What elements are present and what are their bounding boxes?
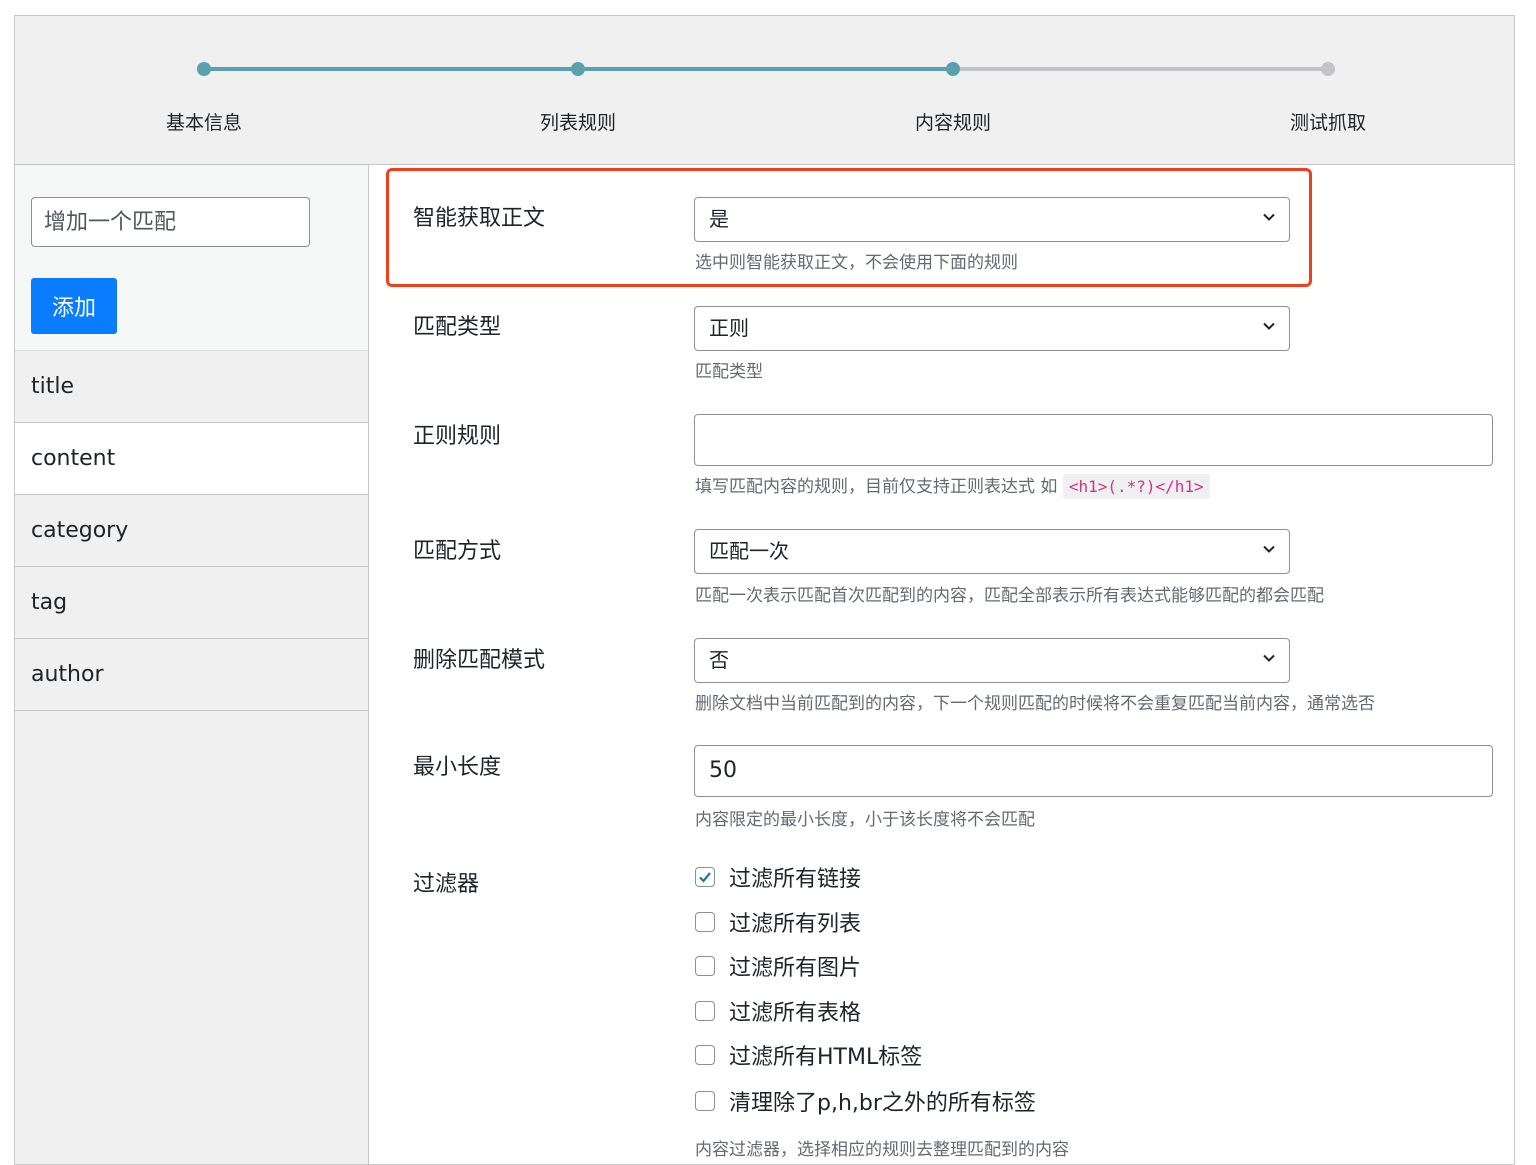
filter-option-clean-tags[interactable]: 清理除了p,h,br之外的所有标签 (695, 1086, 1036, 1116)
match-mode-value: 匹配一次 (709, 539, 789, 563)
smart-extract-value: 是 (709, 207, 729, 231)
filter-option-label: 清理除了p,h,br之外的所有标签 (729, 1091, 1036, 1116)
regex-rule-desc-text: 填写匹配内容的规则，目前仅支持正则表达式 如 (695, 477, 1058, 497)
filters-label: 过滤器 (413, 872, 480, 897)
match-sidebar: 添加 title content category tag author (15, 165, 369, 1164)
filter-option-html-tags[interactable]: 过滤所有HTML标签 (695, 1040, 922, 1070)
chevron-down-icon (1263, 322, 1275, 330)
smart-extract-select[interactable]: 是 (694, 197, 1290, 242)
filter-option-lists[interactable]: 过滤所有列表 (695, 907, 861, 937)
regex-rule-input[interactable] (694, 414, 1493, 466)
filter-option-images[interactable]: 过滤所有图片 (695, 951, 861, 981)
match-item-title[interactable]: title (15, 350, 368, 423)
step-label-content-rules[interactable]: 内容规则 (873, 108, 1033, 135)
match-type-select[interactable]: 正则 (694, 306, 1290, 351)
filter-option-label: 过滤所有列表 (729, 912, 862, 937)
match-item-author[interactable]: author (15, 639, 368, 711)
checkbox[interactable] (695, 956, 715, 976)
delete-match-value: 否 (709, 648, 729, 672)
match-type-label: 匹配类型 (413, 315, 502, 340)
stepper-track-3 (955, 67, 1329, 71)
match-mode-desc: 匹配一次表示匹配首次匹配到的内容，匹配全部表示所有表达式能够匹配的都会匹配 (695, 586, 1324, 606)
min-length-label: 最小长度 (413, 755, 502, 780)
filter-option-links[interactable]: 过滤所有链接 (695, 862, 861, 892)
match-item-category[interactable]: category (15, 495, 368, 567)
step-label-basic-info[interactable]: 基本信息 (124, 108, 284, 135)
match-mode-select[interactable]: 匹配一次 (694, 529, 1290, 574)
filters-desc: 内容过滤器，选择相应的规则去整理匹配到的内容 (695, 1140, 1069, 1160)
min-length-input[interactable]: 50 (694, 745, 1493, 797)
checkbox[interactable] (695, 1001, 715, 1021)
match-item-tag[interactable]: tag (15, 567, 368, 639)
filter-option-label: 过滤所有链接 (729, 867, 862, 892)
step-dot-content-rules[interactable] (946, 62, 960, 76)
add-match-input[interactable] (31, 197, 310, 247)
step-label-test-crawl[interactable]: 测试抓取 (1248, 108, 1408, 135)
match-type-value: 正则 (709, 316, 749, 340)
match-item-content[interactable]: content (15, 423, 368, 495)
filter-option-label: 过滤所有图片 (729, 956, 862, 981)
regex-rule-label: 正则规则 (413, 424, 502, 449)
stepper-track-2 (580, 67, 955, 71)
regex-rule-desc: 填写匹配内容的规则，目前仅支持正则表达式 如 <h1>(.*?)</h1> (695, 472, 1210, 499)
stepper-track-1 (204, 67, 580, 71)
chevron-down-icon (1263, 654, 1275, 662)
step-dot-test-crawl[interactable] (1321, 62, 1335, 76)
delete-match-select[interactable]: 否 (694, 638, 1290, 683)
min-length-desc: 内容限定的最小长度，小于该长度将不会匹配 (695, 810, 1035, 830)
checkmark-icon (699, 872, 711, 883)
match-type-desc: 匹配类型 (695, 362, 763, 382)
add-match-area: 添加 (15, 165, 368, 350)
chevron-down-icon (1263, 545, 1275, 553)
smart-extract-label: 智能获取正文 (413, 206, 546, 231)
smart-extract-desc: 选中则智能获取正文，不会使用下面的规则 (695, 253, 1018, 273)
delete-match-label: 删除匹配模式 (413, 648, 546, 673)
filter-option-label: 过滤所有表格 (729, 1001, 862, 1026)
filter-option-tables[interactable]: 过滤所有表格 (695, 996, 861, 1026)
rule-editor-panel: 基本信息 列表规则 内容规则 测试抓取 添加 title content cat… (14, 15, 1515, 1165)
progress-stepper: 基本信息 列表规则 内容规则 测试抓取 (15, 16, 1514, 165)
match-mode-label: 匹配方式 (413, 539, 502, 564)
filter-option-label: 过滤所有HTML标签 (729, 1045, 923, 1070)
delete-match-desc: 删除文档中当前匹配到的内容，下一个规则匹配的时候将不会重复匹配当前内容，通常选否 (695, 694, 1375, 714)
regex-example-code: <h1>(.*?)</h1> (1062, 474, 1210, 499)
step-dot-list-rules[interactable] (571, 62, 585, 76)
checkbox[interactable] (695, 1045, 715, 1065)
checkbox[interactable] (695, 912, 715, 932)
chevron-down-icon (1263, 213, 1275, 221)
checkbox[interactable] (695, 1091, 715, 1111)
step-dot-basic-info[interactable] (197, 62, 211, 76)
checkbox[interactable] (695, 867, 715, 887)
match-list: title content category tag author (15, 350, 368, 711)
add-match-button[interactable]: 添加 (31, 278, 117, 334)
step-label-list-rules[interactable]: 列表规则 (498, 108, 658, 135)
